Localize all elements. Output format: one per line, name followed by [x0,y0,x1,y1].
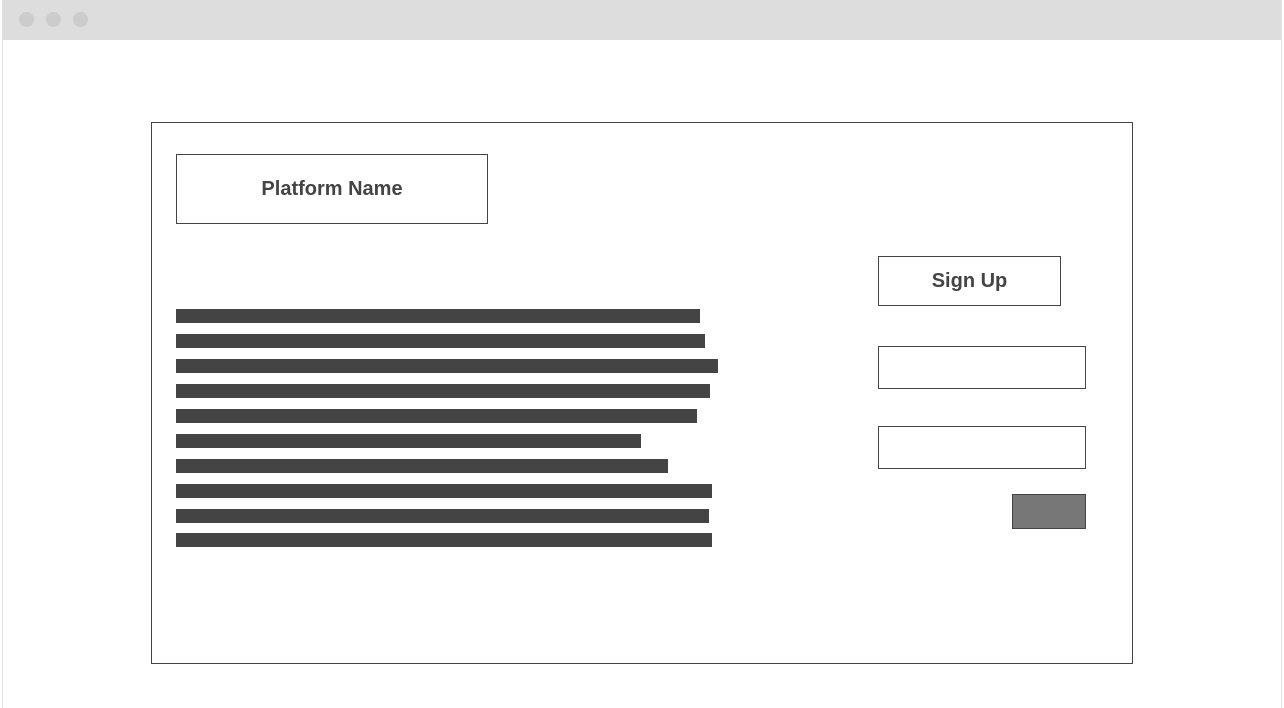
signup-heading-box: Sign Up [878,256,1061,306]
text-line-placeholder [176,384,710,398]
signup-submit-button[interactable] [1012,494,1086,529]
signup-input-1[interactable] [878,346,1086,389]
text-line-placeholder [176,484,712,498]
window-maximize-dot[interactable] [73,12,88,27]
text-line-placeholder [176,334,705,348]
text-line-placeholder [176,459,668,473]
window-close-dot[interactable] [19,12,34,27]
window-minimize-dot[interactable] [46,12,61,27]
text-line-placeholder [176,434,641,448]
platform-name-box: Platform Name [176,154,488,224]
text-line-placeholder [176,509,709,523]
signup-heading: Sign Up [931,269,1008,292]
window-titlebar [3,0,1281,40]
text-line-placeholder [176,309,700,323]
text-line-placeholder [176,533,712,547]
text-line-placeholder [176,359,718,373]
platform-name-label: Platform Name [261,177,403,200]
signup-input-2[interactable] [878,426,1086,469]
text-line-placeholder [176,409,697,423]
